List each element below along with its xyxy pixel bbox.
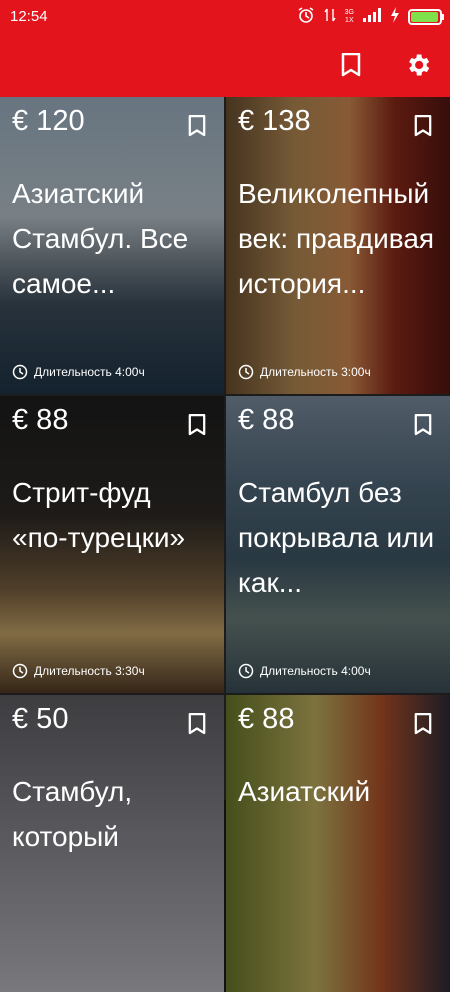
bookmark-button[interactable] [188,712,206,740]
tour-duration-label: Длительность 3:00ч [260,365,371,379]
network-type: 3G 1X [344,9,354,24]
tour-duration: Длительность 3:30ч [12,663,145,679]
bookmark-outline-icon [414,712,432,735]
tour-price: € 138 [238,105,311,137]
app-toolbar [0,33,450,97]
tour-duration: Длительность 4:00ч [238,663,371,679]
tour-card[interactable]: € 120 Азиатский Стамбул. Все самое... Дл… [0,97,224,394]
tour-duration: Длительность 4:00ч [12,364,145,380]
tour-grid: € 120 Азиатский Стамбул. Все самое... Дл… [0,97,450,992]
bookmarks-button[interactable] [335,49,367,81]
tour-duration-label: Длительность 4:00ч [260,664,371,678]
tour-title: Великолепный век: правдивая история... [238,178,435,299]
tour-title: Стрит-фуд «по-турецки» [12,477,186,553]
status-bar: 12:54 3G 1X [0,0,450,33]
tour-card[interactable]: € 138 Великолепный век: правдивая истори… [226,97,450,394]
tour-duration-label: Длительность 4:00ч [34,365,145,379]
tour-card[interactable]: € 88 Азиатский [226,695,450,992]
alarm-icon [297,6,315,28]
signal-transfer-icon [323,7,337,27]
tour-title: Стамбул без покрывала или как... [238,477,435,598]
bookmark-button[interactable] [414,712,432,740]
charging-icon [390,7,400,27]
clock-icon [12,364,28,380]
tour-duration: Длительность 3:00ч [238,364,371,380]
tour-price: € 88 [238,404,295,436]
bookmark-button[interactable] [188,114,206,142]
tour-price: € 50 [12,703,69,735]
tour-duration-label: Длительность 3:30ч [34,664,145,678]
tour-title: Азиатский Стамбул. Все самое... [12,178,189,299]
bookmark-button[interactable] [414,413,432,441]
tour-price: € 88 [238,703,295,735]
signal-icon [362,8,382,26]
bookmark-outline-icon [188,712,206,735]
bookmark-outline-icon [188,413,206,436]
battery-icon [408,9,444,25]
bookmark-outline-icon [414,114,432,137]
status-icons: 3G 1X [297,6,444,28]
bookmark-button[interactable] [188,413,206,441]
tour-price: € 120 [12,105,85,137]
bookmark-outline-icon [341,53,361,77]
tour-title: Стамбул, который [12,776,133,852]
tour-card[interactable]: € 50 Стамбул, который [0,695,224,992]
bookmark-button[interactable] [414,114,432,142]
clock-icon [238,663,254,679]
clock-icon [12,663,28,679]
bookmark-outline-icon [414,413,432,436]
bookmark-outline-icon [188,114,206,137]
gear-icon [409,54,430,76]
tour-price: € 88 [12,404,69,436]
tour-card[interactable]: € 88 Стрит-фуд «по-турецки» Длительность… [0,396,224,693]
status-time: 12:54 [10,8,48,25]
tour-title: Азиатский [238,776,371,807]
clock-icon [238,364,254,380]
settings-button[interactable] [402,49,434,81]
tour-card[interactable]: € 88 Стамбул без покрывала или как... Дл… [226,396,450,693]
